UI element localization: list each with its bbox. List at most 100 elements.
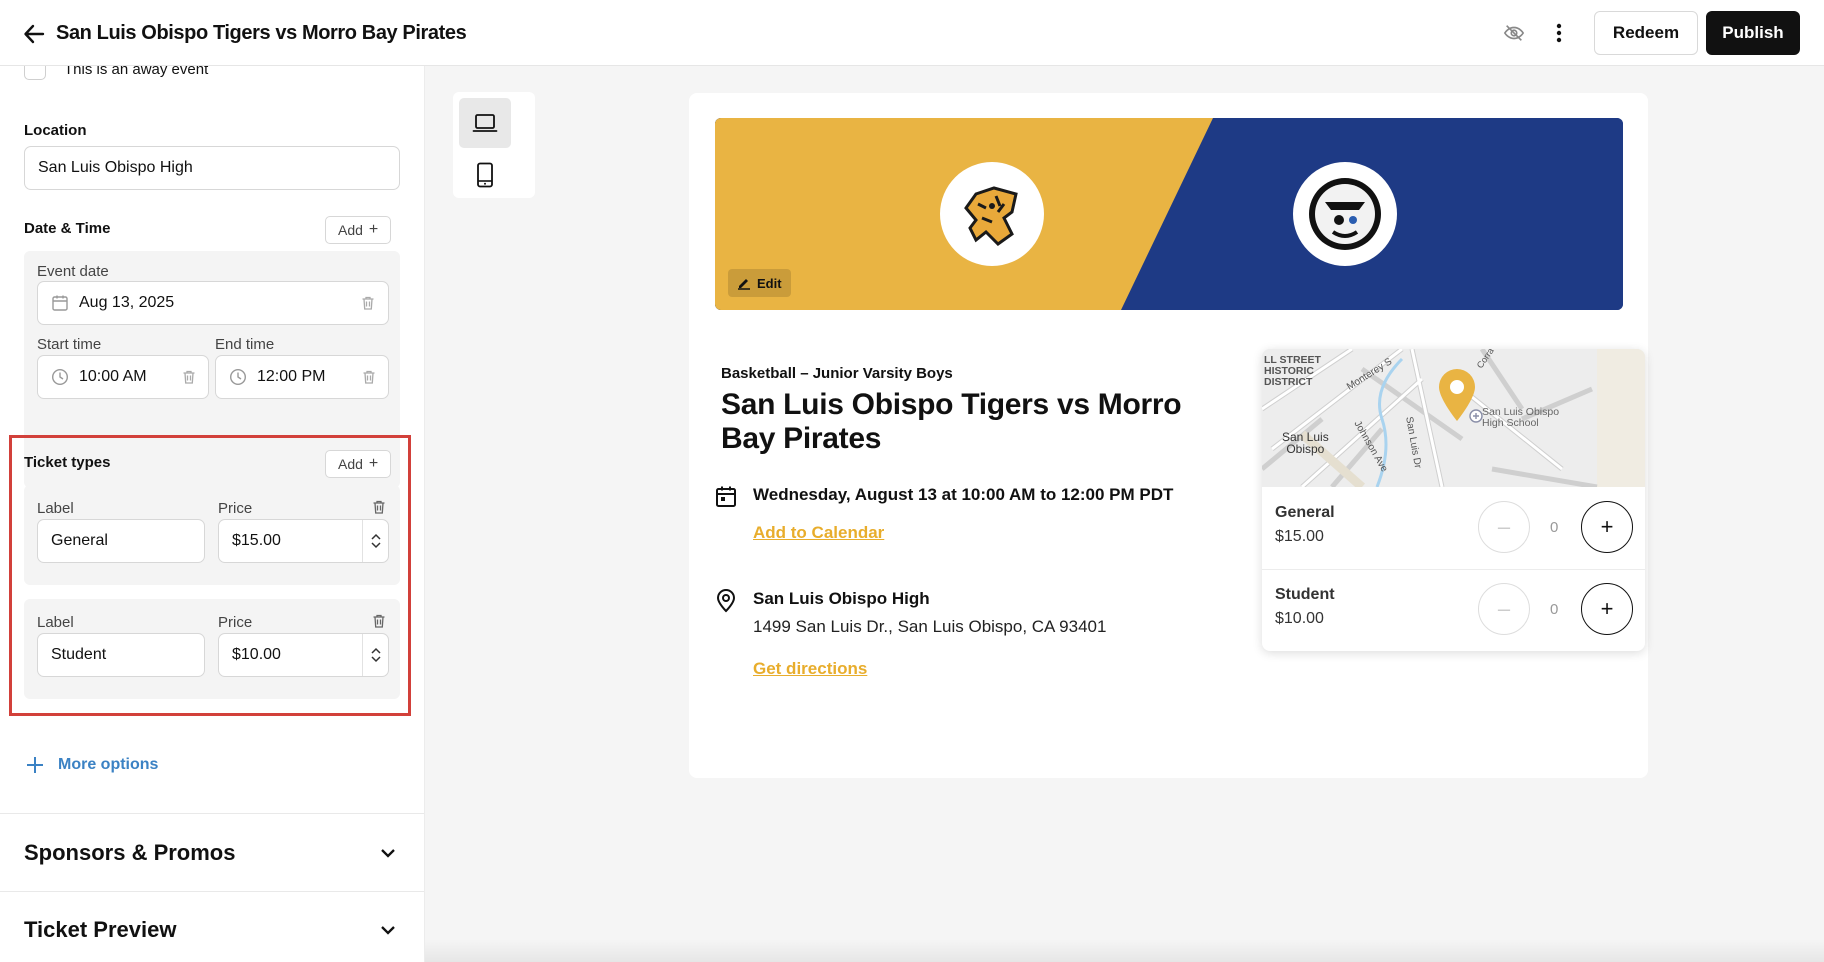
map-label-city: San Luis Obispo [1282,430,1329,456]
away-event-checkbox[interactable] [24,66,46,80]
chevron-down-icon [381,849,395,858]
event-datetime-text: Wednesday, August 13 at 10:00 AM to 12:0… [753,485,1174,504]
location-label: Location [24,122,87,139]
decrease-quantity-button[interactable]: – [1478,583,1530,635]
ticket-label-input[interactable]: Student [37,633,205,677]
away-event-label: This is an away event [64,66,209,78]
event-page-card: Edit Basketball – Junior Varsity Boys Sa… [689,93,1648,778]
plus-icon: + [368,221,379,238]
ticket-label-caption: Label [37,614,74,631]
back-button[interactable] [20,20,48,48]
chevron-up-icon[interactable] [370,533,381,540]
event-date-field[interactable]: Aug 13, 2025 [37,281,389,325]
desktop-view-button[interactable] [459,98,511,148]
trash-icon[interactable] [361,369,377,385]
ticket-price-input[interactable]: $15.00 [218,519,389,563]
add-date-time-label: Add [338,222,363,238]
trash-icon[interactable] [371,499,387,515]
chevron-down-icon[interactable] [370,542,381,549]
price-stepper[interactable] [362,520,388,562]
laptop-icon [472,114,498,132]
venue-map[interactable]: LL STREET HISTORIC DISTRICT Monterey S C… [1262,349,1645,487]
ticket-type-item: Label Price General $15.00 [24,485,400,585]
publish-button[interactable]: Publish [1706,11,1800,55]
mobile-view-button[interactable] [459,150,511,200]
ticket-name: Student [1275,586,1335,603]
event-settings-panel: This is an away event Location San Luis … [0,66,425,962]
ticket-price-input[interactable]: $10.00 [218,633,389,677]
bottom-shadow [425,940,1824,962]
edit-banner-button[interactable]: Edit [728,269,791,297]
ticket-quantity: 0 [1550,601,1559,618]
add-ticket-type-label: Add [338,456,363,472]
ticket-purchase-panel: LL STREET HISTORIC DISTRICT Monterey S C… [1262,349,1645,651]
ticket-row-student: Student $10.00 – 0 + [1262,569,1645,651]
pencil-icon [738,279,750,290]
event-title: San Luis Obispo Tigers vs Morro Bay Pira… [721,388,1182,455]
page-title: San Luis Obispo Tigers vs Morro Bay Pira… [56,22,467,44]
trash-icon[interactable] [360,295,376,311]
start-time-value: 10:00 AM [79,368,147,385]
map-label-historic: LL STREET HISTORIC DISTRICT [1264,354,1321,388]
more-options-label: More options [58,756,159,773]
ticket-price-caption: Price [218,614,253,631]
start-time-label: Start time [37,336,102,353]
add-date-time-button[interactable]: Add + [325,216,392,244]
venue-address: 1499 San Luis Dr., San Luis Obispo, CA 9… [753,617,1107,636]
away-event-row: This is an away event [24,66,208,80]
arrow-left-icon [24,24,45,44]
event-banner: Edit [715,118,1623,310]
start-time-field[interactable]: 10:00 AM [37,355,209,399]
ticket-price-value: $10.00 [232,646,281,663]
clock-icon [229,368,247,386]
event-date-label: Event date [37,263,109,280]
price-stepper[interactable] [362,634,388,676]
ticket-row-general: General $15.00 – 0 + [1262,487,1645,569]
calendar-icon [716,486,736,507]
home-team-logo [940,162,1044,266]
add-ticket-type-button[interactable]: Add + [325,450,392,478]
date-time-label: Date & Time [24,220,111,237]
map-label-school: San Luis Obispo High School [1482,406,1560,429]
event-datetime-row: Wednesday, August 13 at 10:00 AM to 12:0… [715,485,1173,543]
chevron-down-icon[interactable] [370,656,381,663]
ticket-label-input[interactable]: General [37,519,205,563]
end-time-field[interactable]: 12:00 PM [215,355,389,399]
event-date-value: Aug 13, 2025 [79,294,175,311]
ticket-type-item: Label Price Student $10.00 [24,599,400,699]
mobile-phone-icon [477,162,493,188]
get-directions-link[interactable]: Get directions [753,659,867,678]
add-to-calendar-link[interactable]: Add to Calendar [753,523,884,542]
sponsors-promos-accordion[interactable]: Sponsors & Promos [24,840,396,866]
trash-icon[interactable] [371,613,387,629]
redeem-button[interactable]: Redeem [1594,11,1698,55]
more-options-button[interactable]: More options [26,756,158,774]
increase-quantity-button[interactable]: + [1581,583,1633,635]
ticket-price: $10.00 [1275,610,1324,627]
edit-banner-label: Edit [757,275,782,291]
ticket-preview-label: Ticket Preview [24,917,177,942]
chevron-down-icon [381,926,395,935]
banner-background [715,118,1623,310]
visibility-toggle-button[interactable] [1500,19,1528,47]
ticket-types-label: Ticket types [24,454,111,471]
event-location-row: San Luis Obispo High 1499 San Luis Dr., … [715,589,1106,679]
event-preview-area: Edit Basketball – Junior Varsity Boys Sa… [425,66,1824,962]
sponsors-promos-label: Sponsors & Promos [24,840,236,865]
chevron-up-icon[interactable] [370,647,381,654]
pirate-logo-icon [1309,178,1381,250]
increase-quantity-button[interactable]: + [1581,501,1633,553]
location-value: San Luis Obispo High [38,159,193,176]
more-options-menu-button[interactable] [1545,19,1573,47]
tiger-logo-icon [964,186,1018,246]
device-toggle [453,92,535,198]
decrease-quantity-button[interactable]: – [1478,501,1530,553]
more-vertical-icon [1556,23,1562,43]
divider [0,891,424,892]
ticket-name: General [1275,504,1335,521]
trash-icon[interactable] [181,369,197,385]
ticket-preview-accordion[interactable]: Ticket Preview [24,917,396,943]
divider [0,813,424,814]
location-input[interactable]: San Luis Obispo High [24,146,400,190]
clock-icon [51,368,69,386]
